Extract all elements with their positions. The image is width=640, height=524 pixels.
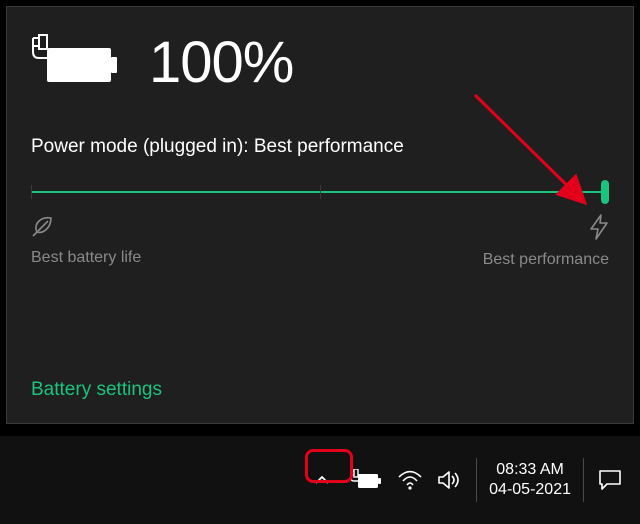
slider-thumb[interactable] [601,180,609,204]
slider-tick [31,185,32,199]
tray-separator [583,458,584,502]
battery-charging-icon [31,34,121,92]
tray-date: 04-05-2021 [489,480,571,500]
power-mode-slider[interactable] [31,182,609,202]
slider-labels: Best battery life Best performance [31,214,609,269]
tray-battery-icon[interactable] [342,460,390,500]
battery-flyout: 100% Power mode (plugged in): Best perfo… [6,6,634,424]
leaf-icon [31,214,141,243]
battery-percent-text: 100% [149,29,293,96]
slider-left-label: Best battery life [31,249,141,267]
slider-right-label-group: Best performance [483,214,609,269]
tray-action-center-icon[interactable] [590,460,630,500]
slider-tick [320,185,321,199]
tray-clock[interactable]: 08:33 AM 04-05-2021 [483,460,577,500]
tray-time: 08:33 AM [496,460,564,480]
battery-header: 100% [31,29,609,96]
tray-overflow-chevron-icon[interactable] [302,460,342,500]
power-mode-label: Power mode (plugged in): Best performanc… [31,136,609,158]
tray-wifi-icon[interactable] [390,460,430,500]
slider-right-label: Best performance [483,251,609,269]
lightning-icon [589,214,609,245]
taskbar: 08:33 AM 04-05-2021 [0,436,640,524]
battery-settings-link[interactable]: Battery settings [31,379,162,401]
tray-separator [476,458,477,502]
tray-volume-icon[interactable] [430,460,470,500]
slider-left-label-group: Best battery life [31,214,141,269]
